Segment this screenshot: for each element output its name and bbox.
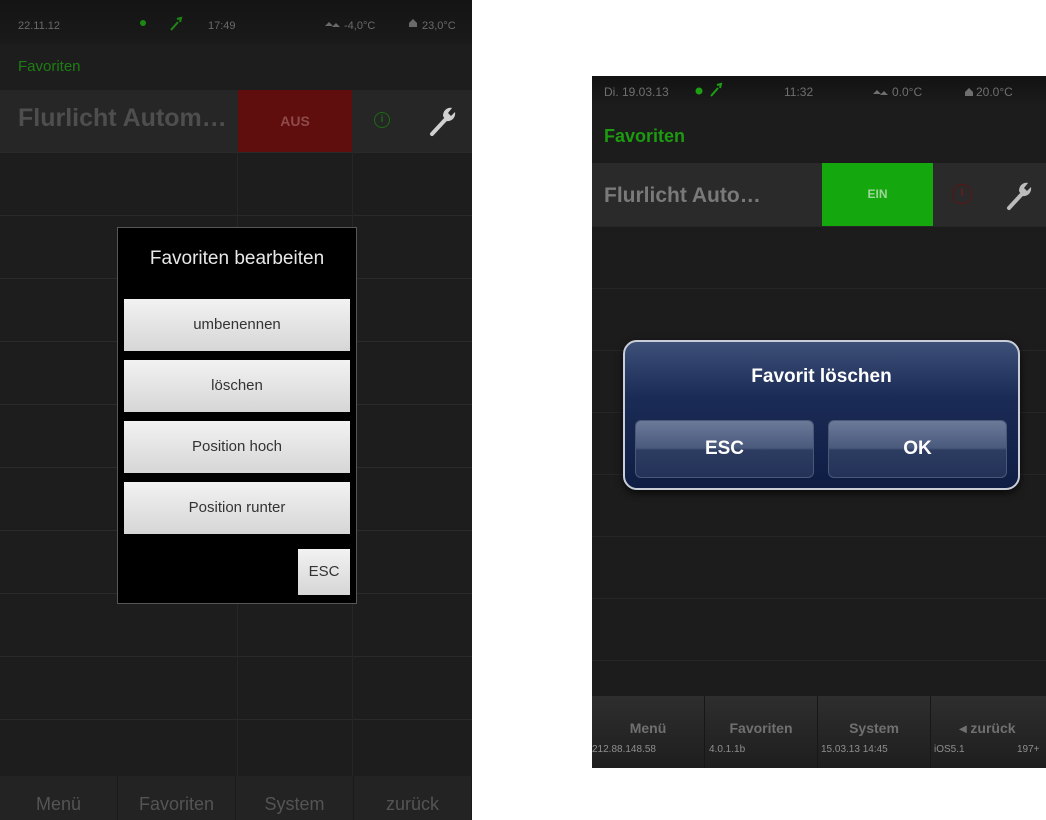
house-icon <box>964 86 974 100</box>
house-icon <box>408 18 418 31</box>
nav-favorites[interactable]: Favoriten 4.0.1.1b <box>705 696 818 768</box>
nav-menu[interactable]: Menü <box>0 776 118 820</box>
status-outdoor-temp: -4,0°C <box>344 20 376 32</box>
delete-button[interactable]: löschen <box>124 360 350 412</box>
nav-back[interactable]: ◂ zurück iOS5.1 197+ <box>931 696 1044 768</box>
android-screen: 22.11.12 17:49 -4,0°C 23,0°C Favoriten F… <box>0 0 472 820</box>
section-title: Favoriten <box>604 126 686 146</box>
nav-back[interactable]: zurück <box>354 776 472 820</box>
delete-favorite-alert: Favorit löschen ESC OK <box>623 340 1020 490</box>
status-time: 11:32 <box>784 85 814 99</box>
connection-dot-icon <box>694 85 704 99</box>
version: 4.0.1.1b <box>709 744 746 755</box>
status-bar: Di. 19.03.13 11:32 0.0°C 20.0°C <box>592 76 1046 106</box>
ok-button[interactable]: OK <box>828 420 1007 478</box>
settings-button[interactable] <box>990 163 1046 226</box>
grid-line <box>592 288 1046 289</box>
grid-line <box>592 226 1046 227</box>
move-down-button[interactable]: Position runter <box>124 482 350 534</box>
nav-label: System <box>849 720 899 736</box>
nav-label: ◂ zurück <box>959 720 1016 736</box>
favorite-row[interactable]: Flurlicht Auto… EIN i <box>592 163 1046 226</box>
grid-line <box>0 152 472 153</box>
nav-label: Favoriten <box>729 720 793 736</box>
status-date: Di. 19.03.13 <box>604 85 669 99</box>
wrench-icon <box>430 107 456 136</box>
move-up-button[interactable]: Position hoch <box>124 421 350 473</box>
info-icon: i <box>952 184 972 204</box>
status-bar: 22.11.12 17:49 -4,0°C 23,0°C <box>0 0 472 44</box>
nav-menu[interactable]: Menü 212.88.148.58 <box>592 696 705 768</box>
grid-line <box>0 215 472 216</box>
wrench-status-icon <box>168 16 184 35</box>
status-date: 22.11.12 <box>18 20 61 32</box>
wrench-status-icon <box>708 82 724 101</box>
nav-system[interactable]: System <box>236 776 354 820</box>
grid-line <box>0 656 472 657</box>
esc-button[interactable]: ESC <box>298 549 350 595</box>
bottom-nav: Menü 212.88.148.58 Favoriten 4.0.1.1b Sy… <box>592 696 1046 768</box>
state-toggle-button[interactable]: AUS <box>238 90 352 152</box>
edit-favorite-dialog: Favoriten bearbeiten umbenennen löschen … <box>117 227 357 604</box>
nav-label: Menü <box>629 720 667 736</box>
section-title: Favoriten <box>18 58 81 75</box>
connection-dot-icon <box>138 18 148 31</box>
favorite-label: Flurlicht Auto… <box>604 184 761 207</box>
ios-screen: Di. 19.03.13 11:32 0.0°C 20.0°C Favorite… <box>592 76 1046 768</box>
nav-favorites[interactable]: Favoriten <box>118 776 236 820</box>
dialog-title: Favoriten bearbeiten <box>149 248 325 269</box>
favorite-label: Flurlicht Autom… <box>18 104 227 132</box>
favorite-row[interactable]: Flurlicht Autom… AUS i <box>0 90 472 152</box>
bottom-nav: Menü Favoriten System zurück <box>0 776 472 820</box>
rename-button[interactable]: umbenennen <box>124 299 350 351</box>
status-indoor-temp: 20.0°C <box>976 85 1013 99</box>
grid-line <box>592 598 1046 599</box>
info-button[interactable]: i <box>354 90 408 152</box>
os-version: iOS5.1 <box>934 744 965 755</box>
info-icon: i <box>374 112 390 128</box>
nav-system[interactable]: System 15.03.13 14:45 <box>818 696 931 768</box>
esc-button[interactable]: ESC <box>635 420 814 478</box>
settings-button[interactable] <box>410 90 472 152</box>
ip-address: 212.88.148.58 <box>592 744 656 755</box>
alert-title: Favorit löschen <box>751 366 892 387</box>
grid-line <box>0 719 472 720</box>
status-time: 17:49 <box>208 20 236 32</box>
status-indoor-temp: 23,0°C <box>422 20 456 32</box>
system-timestamp: 15.03.13 14:45 <box>821 744 888 755</box>
grid-line <box>592 660 1046 661</box>
wrench-icon <box>1007 182 1032 210</box>
cloud-house-icon <box>324 18 340 33</box>
grid-line <box>592 536 1046 537</box>
info-button[interactable]: i <box>936 163 988 226</box>
state-toggle-button[interactable]: EIN <box>822 163 933 226</box>
status-outdoor-temp: 0.0°C <box>892 85 923 99</box>
device-counter: 197+ <box>1017 744 1040 755</box>
cloud-house-icon <box>872 86 888 101</box>
